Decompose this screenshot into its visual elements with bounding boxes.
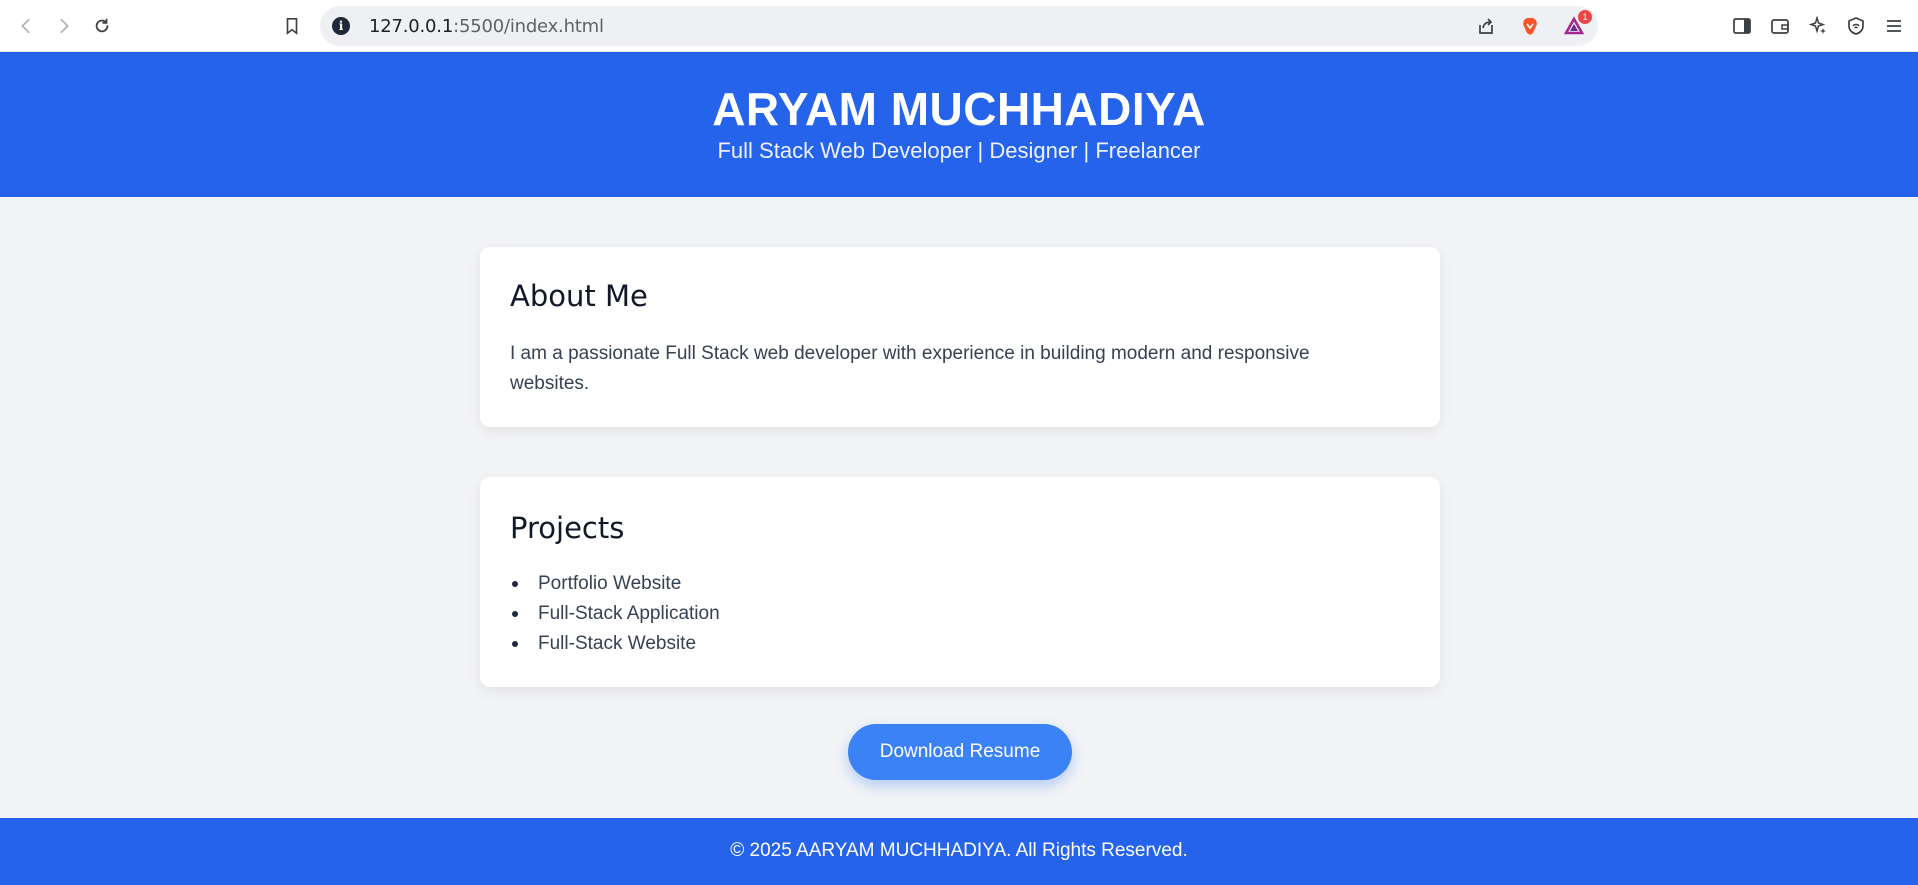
browser-toolbar: i 127.0.0.1:5500/index.html 1 [0,0,1918,52]
vpn-button[interactable] [1844,14,1868,38]
project-item: Full-Stack Website [510,629,720,659]
page-footer: © 2025 AARYAM MUCHHADIYA. All Rights Res… [0,818,1918,885]
sidebar-icon [1733,18,1751,34]
menu-icon [1887,20,1901,32]
brave-shield-icon [1523,18,1537,35]
share-icon [1479,18,1493,34]
bookmark-icon [286,17,298,35]
download-resume-button[interactable]: Download Resume [848,724,1072,780]
project-item: Portfolio Website [510,569,720,599]
profile-tagline: Full Stack Web Developer | Designer | Fr… [717,138,1201,163]
about-heading: About Me [510,279,648,313]
forward-icon [60,18,69,34]
info-icon[interactable]: i [332,17,350,35]
projects-list: Portfolio Website Full-Stack Application… [510,569,720,659]
hero-header: ARYAM MUCHHADIYA Full Stack Web Develope… [0,52,1918,197]
bookmark-button[interactable] [278,12,306,40]
back-icon [21,18,30,34]
back-button[interactable] [12,12,40,40]
about-card: About Me I am a passionate Full Stack we… [480,247,1440,427]
rewards-badge: 1 [1578,10,1592,24]
copyright-text: © 2025 AARYAM MUCHHADIYA. All Rights Res… [730,840,1188,861]
menu-button[interactable] [1882,14,1906,38]
leo-ai-button[interactable] [1806,14,1830,38]
share-button[interactable] [1474,14,1498,38]
projects-card: Projects Portfolio Website Full-Stack Ap… [480,477,1440,687]
wallet-icon [1771,19,1789,34]
profile-name: ARYAM MUCHHADIYA [712,83,1206,135]
reload-button[interactable] [88,12,116,40]
project-item: Full-Stack Application [510,599,720,629]
url-text[interactable]: 127.0.0.1:5500/index.html [369,16,604,37]
reload-icon [95,18,109,33]
brave-rewards-button[interactable]: 1 [1562,10,1592,38]
forward-button[interactable] [50,12,78,40]
wallet-button[interactable] [1768,14,1792,38]
sidebar-button[interactable] [1730,14,1754,38]
brave-shield-button[interactable] [1518,14,1542,38]
about-text: I am a passionate Full Stack web develop… [510,343,1310,394]
leo-ai-icon [1808,16,1826,34]
address-bar[interactable]: i 127.0.0.1:5500/index.html [320,6,1598,46]
vpn-icon [1848,17,1864,35]
projects-heading: Projects [510,511,625,545]
